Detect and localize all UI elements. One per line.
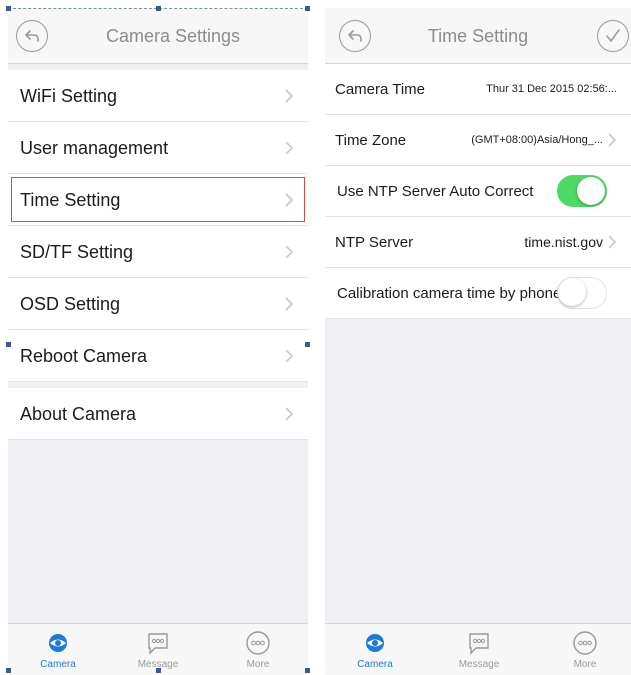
time-setting-screen: Time Setting Camera Time Thur 31 Dec 201… bbox=[325, 8, 631, 675]
resize-handle[interactable] bbox=[305, 342, 310, 347]
chevron-right-icon bbox=[284, 348, 294, 364]
tab-label: Camera bbox=[357, 659, 393, 670]
toggle-knob bbox=[558, 278, 586, 306]
camera-time-value: Thur 31 Dec 2015 02:56:... bbox=[486, 83, 617, 95]
tab-label: Message bbox=[458, 659, 500, 670]
menu-item-sd-tf-setting[interactable]: SD/TF Setting bbox=[8, 226, 308, 278]
camera-eye-icon bbox=[45, 630, 71, 656]
time-settings-list: Camera Time Thur 31 Dec 2015 02:56:... T… bbox=[325, 64, 631, 319]
navigation-bar: Time Setting bbox=[325, 8, 631, 64]
settings-list-reboot: Reboot Camera bbox=[8, 330, 308, 382]
menu-item-label: SD/TF Setting bbox=[20, 242, 134, 262]
time-zone-label: Time Zone bbox=[335, 132, 407, 149]
menu-item-label: About Camera bbox=[20, 404, 137, 424]
menu-item-osd-setting[interactable]: OSD Setting bbox=[8, 278, 308, 330]
tab-label: More bbox=[573, 659, 597, 670]
menu-item-about-camera[interactable]: About Camera bbox=[8, 388, 308, 440]
message-bubble-icon bbox=[145, 630, 171, 656]
time-zone-value: (GMT+08:00)Asia/Hong_... bbox=[471, 134, 603, 146]
settings-list-main: WiFi Setting User management Time Settin… bbox=[8, 70, 308, 330]
row-camera-time[interactable]: Camera Time Thur 31 Dec 2015 02:56:... bbox=[325, 64, 631, 115]
camera-eye-icon bbox=[362, 630, 388, 656]
confirm-button[interactable] bbox=[597, 20, 629, 52]
resize-handle[interactable] bbox=[156, 6, 161, 11]
message-bubble-icon bbox=[466, 630, 492, 656]
tab-more[interactable]: More bbox=[218, 624, 298, 675]
resize-handle[interactable] bbox=[305, 668, 310, 673]
ntp-auto-correct-label: Use NTP Server Auto Correct bbox=[337, 183, 534, 200]
toggle-knob bbox=[577, 177, 605, 205]
camera-time-label: Camera Time bbox=[335, 81, 426, 98]
row-calibration-by-phone: Calibration camera time by phone bbox=[325, 268, 631, 319]
navigation-bar: Camera Settings bbox=[8, 8, 308, 64]
menu-item-label: OSD Setting bbox=[20, 294, 121, 314]
calibration-label: Calibration camera time by phone bbox=[337, 285, 562, 302]
tab-bar: Camera Message More bbox=[325, 623, 631, 675]
resize-handle[interactable] bbox=[305, 6, 310, 11]
resize-handle[interactable] bbox=[156, 668, 161, 673]
menu-item-user-management[interactable]: User management bbox=[8, 122, 308, 174]
ntp-server-value: time.nist.gov bbox=[524, 234, 603, 250]
chevron-right-icon bbox=[284, 244, 294, 260]
calibration-toggle[interactable] bbox=[557, 277, 607, 309]
chevron-right-icon bbox=[607, 132, 617, 148]
resize-handle[interactable] bbox=[6, 342, 11, 347]
row-time-zone[interactable]: Time Zone (GMT+08:00)Asia/Hong_... bbox=[325, 115, 631, 166]
resize-handle[interactable] bbox=[6, 6, 11, 11]
chevron-right-icon bbox=[284, 192, 294, 208]
ntp-auto-correct-toggle[interactable] bbox=[557, 175, 607, 207]
tab-more[interactable]: More bbox=[545, 624, 625, 675]
menu-item-reboot-camera[interactable]: Reboot Camera bbox=[8, 330, 308, 382]
row-ntp-auto-correct: Use NTP Server Auto Correct bbox=[325, 166, 631, 217]
chevron-right-icon bbox=[284, 296, 294, 312]
more-icon bbox=[245, 630, 271, 656]
menu-item-wifi-setting[interactable]: WiFi Setting bbox=[8, 70, 308, 122]
menu-item-label: User management bbox=[20, 138, 169, 158]
ntp-server-label: NTP Server bbox=[335, 234, 414, 251]
checkmark-icon bbox=[606, 29, 620, 42]
chevron-right-icon bbox=[284, 88, 294, 104]
menu-item-label: WiFi Setting bbox=[20, 86, 118, 106]
more-icon bbox=[572, 630, 598, 656]
menu-item-label: Reboot Camera bbox=[20, 346, 148, 366]
page-title: Time Setting bbox=[427, 26, 529, 46]
menu-item-label: Time Setting bbox=[20, 190, 121, 210]
chevron-right-icon bbox=[284, 140, 294, 156]
page-title: Camera Settings bbox=[105, 26, 241, 46]
row-ntp-server[interactable]: NTP Server time.nist.gov bbox=[325, 217, 631, 268]
tab-message[interactable]: Message bbox=[439, 624, 519, 675]
tab-camera[interactable]: Camera bbox=[335, 624, 415, 675]
tab-camera[interactable]: Camera bbox=[18, 624, 98, 675]
settings-list-about: About Camera bbox=[8, 388, 308, 440]
menu-item-time-setting[interactable]: Time Setting bbox=[8, 174, 308, 226]
chevron-right-icon bbox=[607, 234, 617, 250]
resize-handle[interactable] bbox=[6, 668, 11, 673]
tab-label: Camera bbox=[40, 659, 76, 670]
camera-settings-screen: Camera Settings WiFi Setting User manage… bbox=[8, 8, 308, 675]
tab-label: More bbox=[246, 659, 270, 670]
chevron-right-icon bbox=[284, 406, 294, 422]
